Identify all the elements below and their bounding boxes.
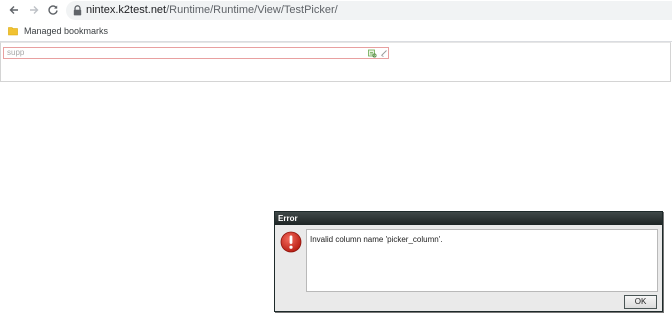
dialog-title: Error [278,214,298,223]
error-icon [280,231,302,253]
dialog-title-bar[interactable]: Error [275,212,662,225]
bookmark-managed-bookmarks[interactable]: Managed bookmarks [8,24,108,38]
dialog-body: Invalid column name 'picker_column'. OK [275,225,662,311]
picker-input[interactable] [7,48,357,58]
address-bar[interactable]: nintex.k2test.net/Runtime/Runtime/View/T… [66,1,672,20]
browser-toolbar: nintex.k2test.net/Runtime/Runtime/View/T… [0,0,672,21]
bookmarks-bar: Managed bookmarks [0,21,672,42]
folder-icon [8,27,18,36]
picker-lookup-icon [367,49,377,58]
reload-button[interactable] [46,3,60,17]
url-path: /Runtime/Runtime/View/TestPicker/ [166,4,338,16]
error-message: Invalid column name 'picker_column'. [310,235,443,244]
lock-icon [73,5,82,16]
arrow-right-icon [30,6,39,14]
ok-button[interactable]: OK [624,295,657,309]
reload-icon [48,5,58,15]
picker-lookup-button[interactable] [367,48,377,58]
picker-clear-button[interactable] [379,48,389,58]
back-button[interactable] [7,3,21,17]
error-message-box: Invalid column name 'picker_column'. [306,229,658,292]
url-text: nintex.k2test.net/Runtime/Runtime/View/T… [86,4,338,17]
view-panel [0,42,671,82]
forward-button[interactable] [27,3,41,17]
picker-clear-icon [380,49,387,57]
url-host: nintex.k2test.net [86,4,167,16]
picker-control [3,47,389,59]
bookmark-label: Managed bookmarks [24,26,109,36]
error-dialog: Error Invalid column name 'picker_column… [274,211,663,312]
arrow-left-icon [9,6,18,14]
